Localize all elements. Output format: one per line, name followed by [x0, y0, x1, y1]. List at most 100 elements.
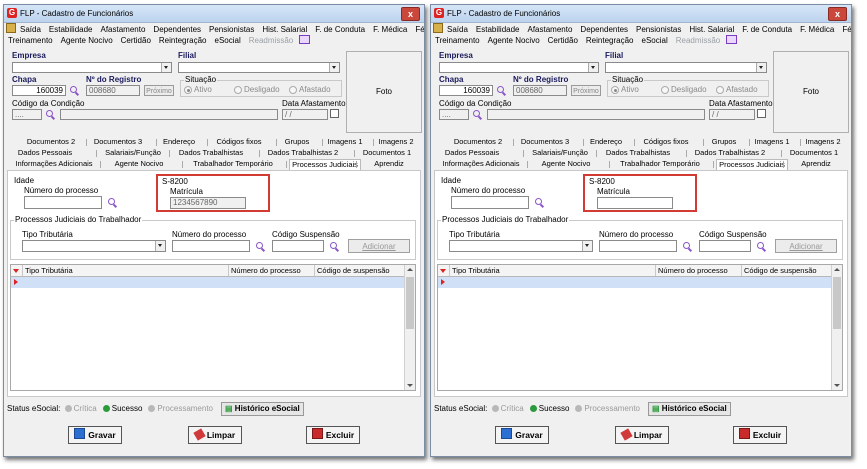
- tipo-tributaria-select[interactable]: [449, 240, 593, 252]
- tab[interactable]: Aprendiz: [786, 159, 846, 169]
- grid-column-header[interactable]: Código de suspensão: [315, 265, 405, 276]
- codigo-suspensao-field[interactable]: [699, 240, 751, 252]
- tab[interactable]: Endereço: [586, 137, 626, 147]
- generate-icon[interactable]: [299, 35, 311, 44]
- situacao-radio[interactable]: [716, 86, 724, 94]
- tab[interactable]: Dados Pessoais: [442, 148, 502, 158]
- close-button[interactable]: x: [401, 7, 420, 21]
- filial-select[interactable]: [605, 62, 767, 73]
- search-icon[interactable]: [757, 242, 765, 250]
- tab[interactable]: Agente Nocivo: [530, 159, 602, 169]
- tab[interactable]: Grupos: [706, 137, 742, 147]
- registro-field[interactable]: 008680: [86, 85, 140, 96]
- scroll-down-icon[interactable]: [407, 384, 413, 387]
- menu-item[interactable]: Readmissão: [245, 35, 297, 47]
- registro-field[interactable]: 008680: [513, 85, 567, 96]
- historico-esocial-button[interactable]: ▤ Histórico eSocial: [221, 402, 304, 416]
- tipo-tributaria-select[interactable]: [22, 240, 166, 252]
- tab[interactable]: Códigos fixos: [637, 137, 695, 147]
- table-row[interactable]: [438, 277, 832, 288]
- tab[interactable]: Grupos: [279, 137, 315, 147]
- grid-column-header[interactable]: Tipo Tributária: [450, 265, 656, 276]
- tab[interactable]: Dados Pessoais: [15, 148, 75, 158]
- chapa-field[interactable]: 160039: [439, 85, 493, 96]
- search-icon[interactable]: [535, 198, 543, 206]
- grid-column-header[interactable]: Código de suspensão: [742, 265, 832, 276]
- adicionar-button[interactable]: Adicionar: [348, 239, 410, 253]
- tab[interactable]: Salariais/Função: [99, 148, 167, 158]
- numero-processo-input[interactable]: [172, 240, 250, 252]
- generate-icon[interactable]: [726, 35, 738, 44]
- vertical-scrollbar[interactable]: [404, 265, 415, 390]
- adicionar-button[interactable]: Adicionar: [775, 239, 837, 253]
- tab[interactable]: Dados Trabalhistas 2: [262, 148, 344, 158]
- tab[interactable]: Documentos 1: [357, 148, 417, 158]
- table-row[interactable]: [11, 277, 405, 288]
- search-icon[interactable]: [683, 242, 691, 250]
- menu-item[interactable]: eSocial: [211, 35, 245, 47]
- search-icon[interactable]: [330, 242, 338, 250]
- menu-item[interactable]: Treinamento: [4, 35, 57, 47]
- empresa-select[interactable]: [439, 62, 599, 73]
- condicao-field[interactable]: ....: [12, 109, 42, 120]
- situacao-radio[interactable]: [611, 86, 619, 94]
- calendar-icon[interactable]: [757, 109, 766, 118]
- grid-column-header[interactable]: Tipo Tributária: [23, 265, 229, 276]
- numero-processo-field[interactable]: [451, 196, 529, 209]
- search-icon[interactable]: [46, 110, 54, 118]
- tab[interactable]: Informações Adicionais: [9, 159, 99, 169]
- tab[interactable]: Códigos fixos: [210, 137, 268, 147]
- tab[interactable]: Dados Trabalhistas: [599, 148, 677, 158]
- scroll-down-icon[interactable]: [834, 384, 840, 387]
- data-afastamento-field[interactable]: / /: [709, 109, 755, 120]
- menu-item[interactable]: Agente Nocivo: [484, 35, 544, 47]
- photo-box[interactable]: Foto: [346, 51, 422, 133]
- menu-item[interactable]: Readmissão: [672, 35, 724, 47]
- numero-processo-input[interactable]: [599, 240, 677, 252]
- menu-item[interactable]: Certidão: [117, 35, 155, 47]
- gravar-button[interactable]: Gravar: [68, 426, 122, 444]
- grid-column-header[interactable]: Número do processo: [229, 265, 315, 276]
- tab[interactable]: Imagens 1: [752, 137, 792, 147]
- search-icon[interactable]: [70, 86, 78, 94]
- tab[interactable]: Imagens 1: [325, 137, 365, 147]
- tab[interactable]: Dados Trabalhistas: [172, 148, 250, 158]
- historico-esocial-button[interactable]: ▤ Histórico eSocial: [648, 402, 731, 416]
- empresa-select[interactable]: [12, 62, 172, 73]
- tab[interactable]: Dados Trabalhistas 2: [689, 148, 771, 158]
- search-icon[interactable]: [473, 110, 481, 118]
- proximo-button[interactable]: Próximo: [144, 85, 174, 96]
- tab[interactable]: Processos Judiciais: [716, 159, 788, 170]
- gravar-button[interactable]: Gravar: [495, 426, 549, 444]
- tab[interactable]: Processos Judiciais: [289, 159, 361, 170]
- tab[interactable]: Imagens 2: [803, 137, 843, 147]
- tab[interactable]: Trabalhador Temporário: [185, 159, 281, 169]
- search-icon[interactable]: [497, 86, 505, 94]
- processos-grid[interactable]: Tipo Tributária Número do processo Código …: [10, 264, 416, 391]
- excluir-button[interactable]: Excluir: [733, 426, 787, 444]
- proximo-button[interactable]: Próximo: [571, 85, 601, 96]
- search-icon[interactable]: [108, 198, 116, 206]
- vertical-scrollbar[interactable]: [831, 265, 842, 390]
- search-icon[interactable]: [256, 242, 264, 250]
- photo-box[interactable]: Foto: [773, 51, 849, 133]
- excluir-button[interactable]: Excluir: [306, 426, 360, 444]
- processos-grid[interactable]: Tipo Tributária Número do processo Código …: [437, 264, 843, 391]
- tab[interactable]: Agente Nocivo: [103, 159, 175, 169]
- matricula-field[interactable]: [597, 197, 673, 209]
- menu-item[interactable]: Treinamento: [431, 35, 484, 47]
- grid-column-header[interactable]: Número do processo: [656, 265, 742, 276]
- scroll-up-icon[interactable]: [834, 268, 840, 271]
- situacao-radio[interactable]: [289, 86, 297, 94]
- tab[interactable]: Documentos 3: [89, 137, 147, 147]
- tab[interactable]: Salariais/Função: [526, 148, 594, 158]
- situacao-radio[interactable]: [184, 86, 192, 94]
- tab[interactable]: Informações Adicionais: [436, 159, 526, 169]
- menu-item[interactable]: Certidão: [544, 35, 582, 47]
- limpar-button[interactable]: Limpar: [188, 426, 242, 444]
- scroll-up-icon[interactable]: [407, 268, 413, 271]
- tab[interactable]: Documentos 2: [448, 137, 508, 147]
- numero-processo-field[interactable]: [24, 196, 102, 209]
- scroll-thumb[interactable]: [833, 277, 841, 329]
- data-afastamento-field[interactable]: / /: [282, 109, 328, 120]
